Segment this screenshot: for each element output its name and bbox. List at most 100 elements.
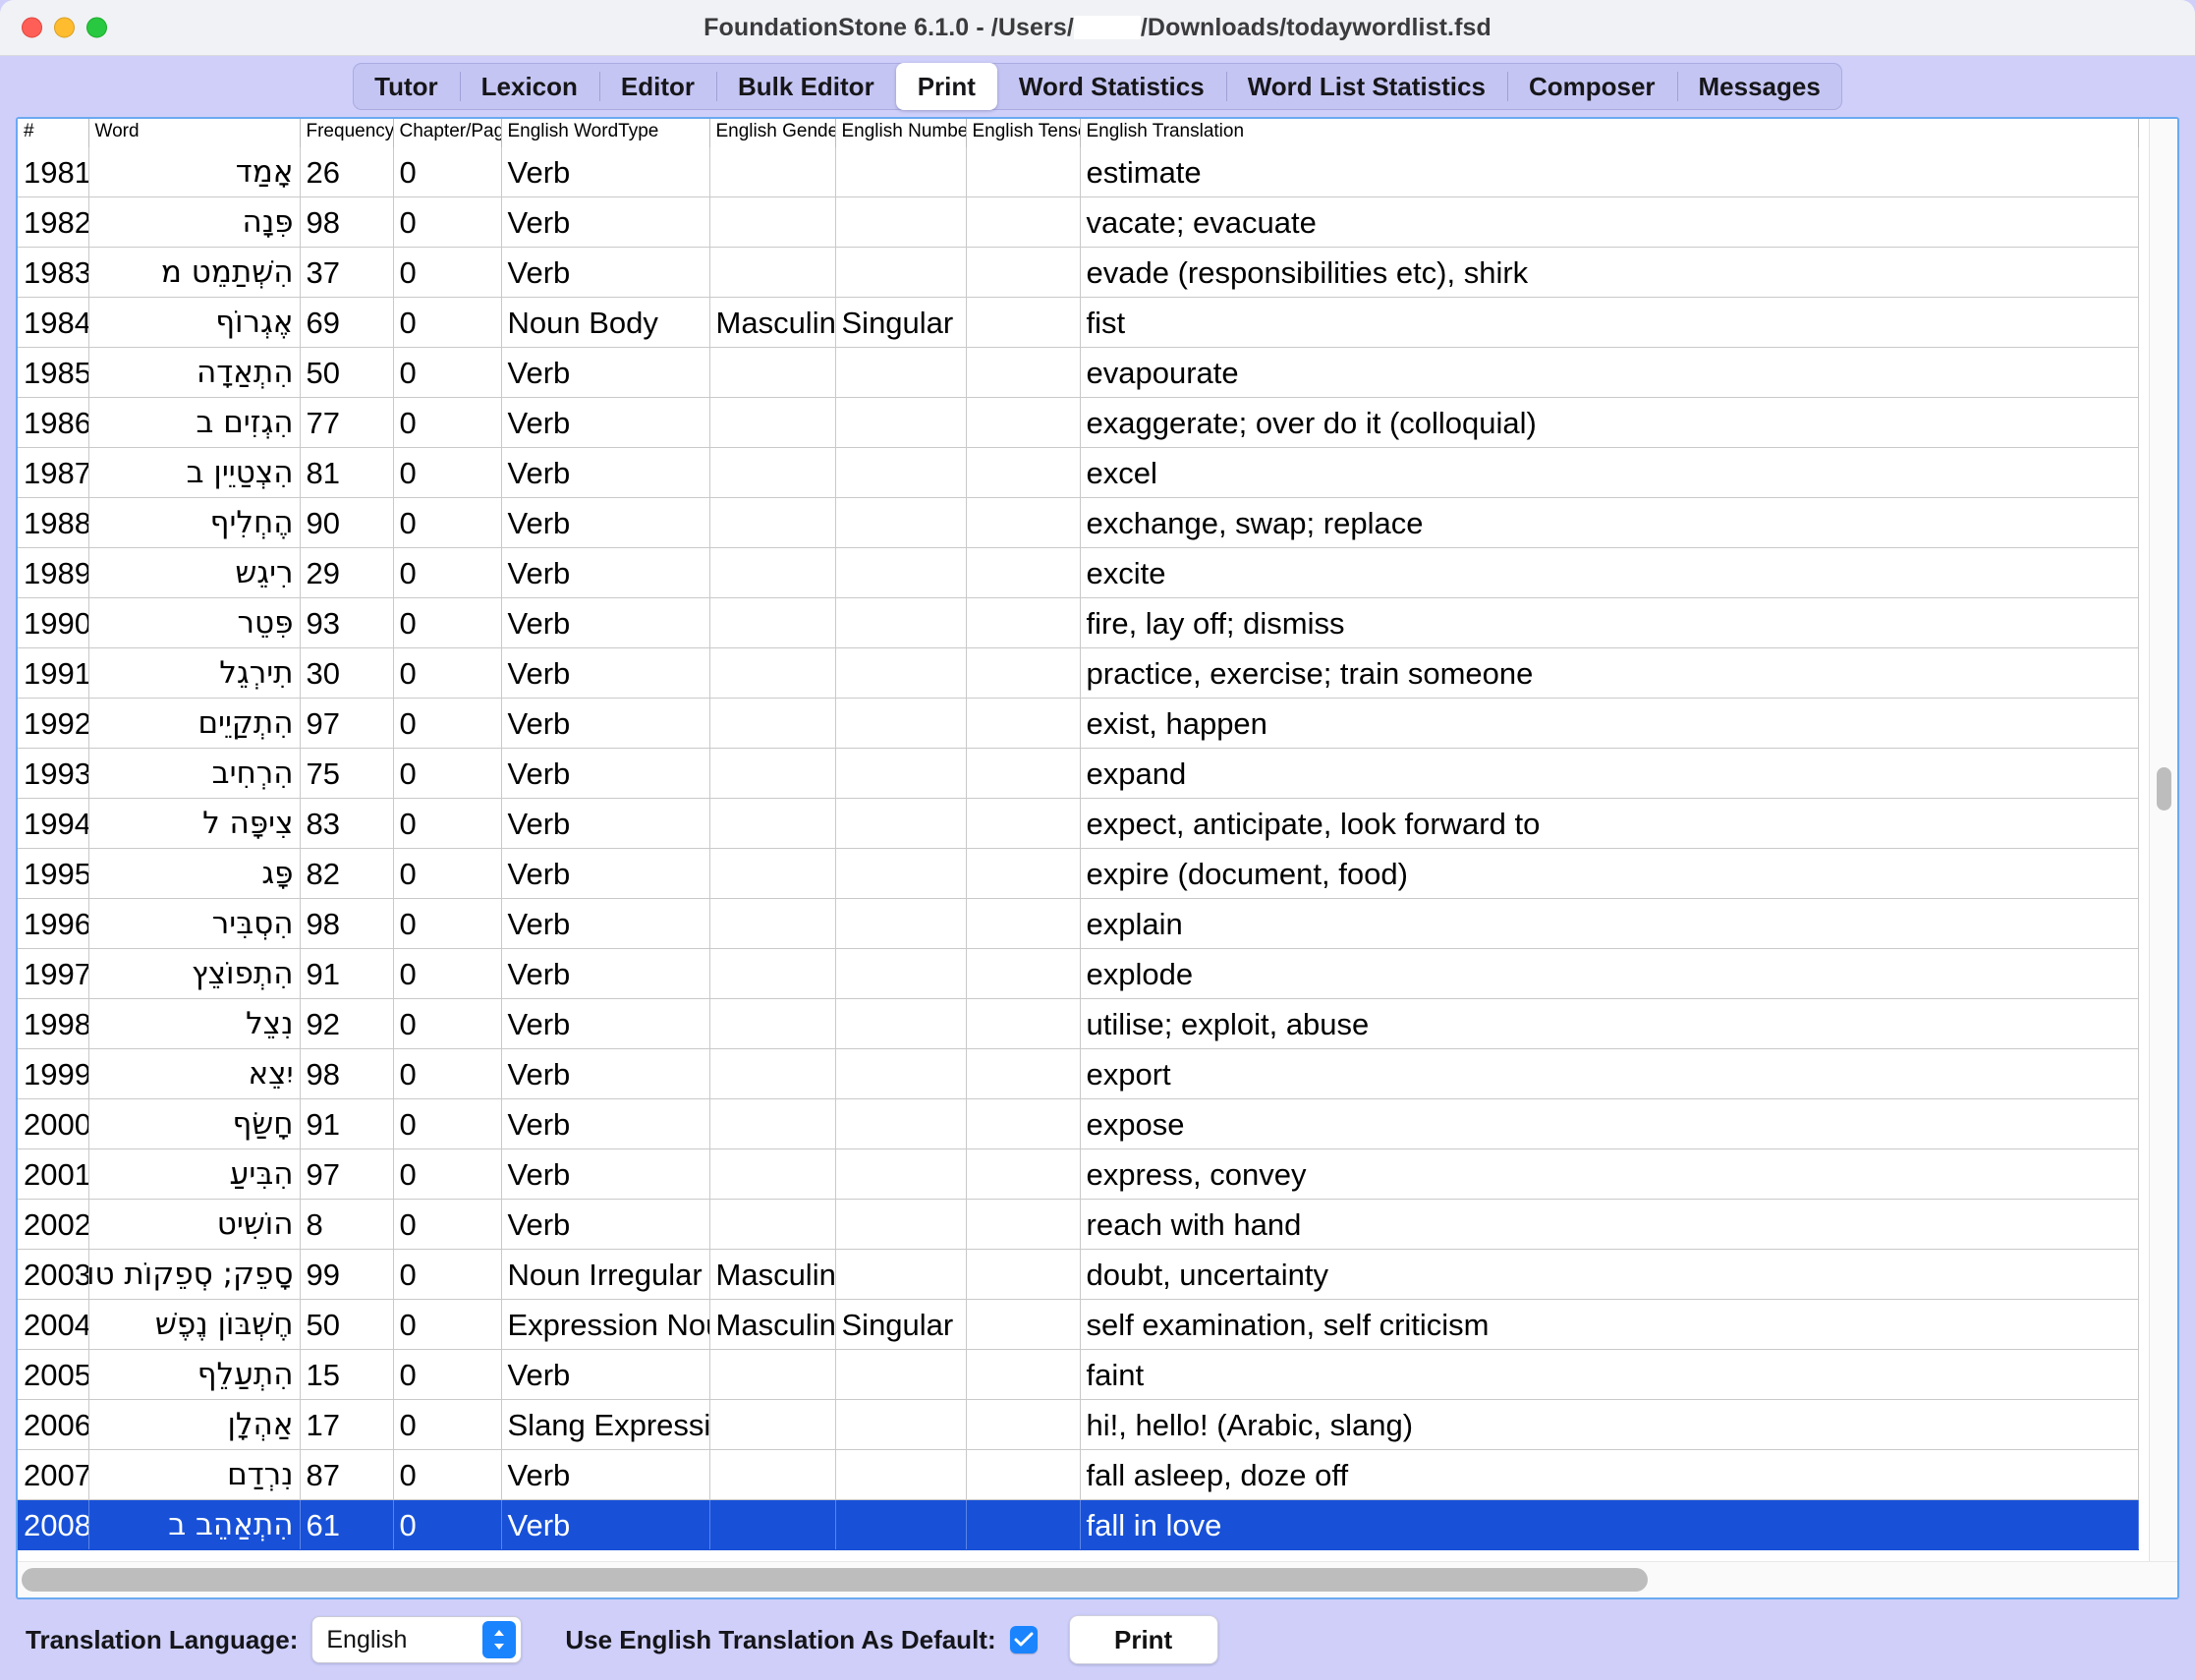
cell-chapter-page[interactable]: 0 [393,297,502,348]
print-button[interactable]: Print [1068,1615,1218,1664]
tab-composer[interactable]: Composer [1506,63,1677,110]
table-row[interactable]: 1997 הִתְפוֹצֵץ 91 0 Verb explode [18,948,2139,999]
cell-english-gender[interactable] [709,1449,836,1500]
cell-chapter-page[interactable]: 0 [393,347,502,398]
cell-english-gender[interactable]: Masculine [709,1249,836,1300]
cell-english-gender[interactable] [709,447,836,498]
cell-english-wordtype[interactable]: Slang Expression [501,1399,710,1450]
table-row[interactable]: 2005 הִתְעַלֵף 15 0 Verb faint [18,1349,2139,1400]
cell-frequency[interactable]: 15 [300,1349,394,1400]
cell-word[interactable]: הִתְאַהֵב ב [88,1499,301,1550]
cell-chapter-page[interactable]: 0 [393,447,502,498]
cell-english-translation[interactable]: evade (responsibilities etc), shirk [1080,247,2139,298]
cell-english-number[interactable] [835,1499,967,1550]
cell-english-wordtype[interactable]: Verb [501,147,710,197]
cell-english-translation[interactable]: vacate; evacuate [1080,196,2139,248]
cell-english-translation[interactable]: fist [1080,297,2139,348]
column-header-word[interactable]: Word [88,119,301,147]
cell-word[interactable]: הִתְאַדָה [88,347,301,398]
cell-english-number[interactable] [835,798,967,849]
cell-english-number[interactable] [835,1449,967,1500]
cell-word[interactable]: יִצֵא [88,1048,301,1099]
tab-word-list-statistics[interactable]: Word List Statistics [1225,63,1507,110]
cell-english-number[interactable] [835,1199,967,1250]
table-row[interactable]: 1999 יִצֵא 98 0 Verb export [18,1048,2139,1099]
cell-english-wordtype[interactable]: Verb [501,497,710,548]
column-header-english-translation[interactable]: English Translation [1080,119,2139,147]
cell-english-wordtype[interactable]: Verb [501,748,710,799]
cell-chapter-page[interactable]: 0 [393,647,502,699]
cell-chapter-page[interactable]: 0 [393,698,502,749]
table-row[interactable]: 1990 פִּטֵר 93 0 Verb fire, lay off; dismiss [18,597,2139,648]
cell-index[interactable]: 1985 [18,347,89,398]
cell-english-gender[interactable] [709,1098,836,1149]
cell-word[interactable]: הוֹשִיט [88,1199,301,1250]
horizontal-scrollbar[interactable] [18,1561,2177,1597]
tab-print[interactable]: Print [895,63,997,110]
cell-english-tense[interactable] [966,1199,1081,1250]
cell-word[interactable]: רִיגֵש [88,547,301,598]
cell-word[interactable]: פִּטֵר [88,597,301,648]
cell-english-translation[interactable]: expect, anticipate, look forward to [1080,798,2139,849]
cell-chapter-page[interactable]: 0 [393,998,502,1049]
cell-frequency[interactable]: 50 [300,347,394,398]
cell-frequency[interactable]: 93 [300,597,394,648]
cell-english-wordtype[interactable]: Expression Noun [501,1299,710,1350]
cell-english-translation[interactable]: excel [1080,447,2139,498]
cell-frequency[interactable]: 26 [300,147,394,197]
cell-index[interactable]: 2004 [18,1299,89,1350]
table-row[interactable]: 1983 הִשְׁתַמֵט מ 37 0 Verb evade (responsibi… [18,247,2139,298]
cell-word[interactable]: הִתְעַלֵף [88,1349,301,1400]
cell-english-translation[interactable]: fire, lay off; dismiss [1080,597,2139,648]
cell-english-translation[interactable]: fall asleep, doze off [1080,1449,2139,1500]
table-row[interactable]: 2004חֶשְׁבּוֹן נֶפֶשׁ500Expression NounM… [18,1299,2139,1350]
cell-english-translation[interactable]: explode [1080,948,2139,999]
cell-chapter-page[interactable]: 0 [393,848,502,899]
table-row[interactable]: 1996 הִסְבִּיר 98 0 Verb explain [18,898,2139,949]
cell-frequency[interactable]: 90 [300,497,394,548]
minimize-window-icon[interactable] [54,17,75,38]
cell-english-number[interactable] [835,147,967,197]
cell-word[interactable]: נִרְדַם [88,1449,301,1500]
cell-chapter-page[interactable]: 0 [393,1449,502,1500]
cell-english-tense[interactable] [966,597,1081,648]
column-header-english-tense[interactable]: English Tense [966,119,1081,147]
cell-index[interactable]: 1986 [18,397,89,448]
cell-english-translation[interactable]: self examination, self criticism [1080,1299,2139,1350]
cell-word[interactable]: פִּנָה [88,196,301,248]
cell-english-wordtype[interactable]: Verb [501,1098,710,1149]
cell-index[interactable]: 1997 [18,948,89,999]
cell-index[interactable]: 1991 [18,647,89,699]
cell-frequency[interactable]: 30 [300,647,394,699]
cell-english-wordtype[interactable]: Noun Irregular [501,1249,710,1300]
column-header-english-number[interactable]: English Number [835,119,967,147]
cell-english-translation[interactable]: hi!, hello! (Arabic, slang) [1080,1399,2139,1450]
cell-frequency[interactable]: 50 [300,1299,394,1350]
horizontal-scrollbar-thumb[interactable] [22,1568,1648,1592]
cell-english-wordtype[interactable]: Verb [501,196,710,248]
cell-english-wordtype[interactable]: Verb [501,247,710,298]
cell-english-number[interactable]: Singular [835,1299,967,1350]
cell-chapter-page[interactable]: 0 [393,948,502,999]
cell-frequency[interactable]: 97 [300,1148,394,1200]
cell-english-gender[interactable] [709,998,836,1049]
table-row[interactable]: 1988 הֶחְלִיף 90 0 Verb exchange, swap; repla… [18,497,2139,548]
cell-english-number[interactable] [835,948,967,999]
cell-english-number[interactable] [835,1098,967,1149]
cell-english-tense[interactable] [966,1399,1081,1450]
cell-chapter-page[interactable]: 0 [393,1048,502,1099]
cell-english-gender[interactable] [709,497,836,548]
cell-english-gender[interactable] [709,798,836,849]
cell-english-gender[interactable] [709,647,836,699]
cell-english-number[interactable] [835,196,967,248]
column-header-english-wordtype[interactable]: English WordType [501,119,710,147]
cell-english-translation[interactable]: expire (document, food) [1080,848,2139,899]
table-row[interactable]: 1991 תִירְגֵל 30 0 Verb practice, exercise; t… [18,647,2139,699]
cell-frequency[interactable]: 61 [300,1499,394,1550]
cell-word[interactable]: אֶגְרוֹף [88,297,301,348]
cell-english-tense[interactable] [966,798,1081,849]
table-row[interactable]: 1987 הִצְטַיֵין ב 81 0 Verb excel [18,447,2139,498]
cell-english-tense[interactable] [966,1499,1081,1550]
cell-english-tense[interactable] [966,247,1081,298]
table-row[interactable]: 1981 אָמַד 26 0 Verb estimate [18,147,2139,197]
